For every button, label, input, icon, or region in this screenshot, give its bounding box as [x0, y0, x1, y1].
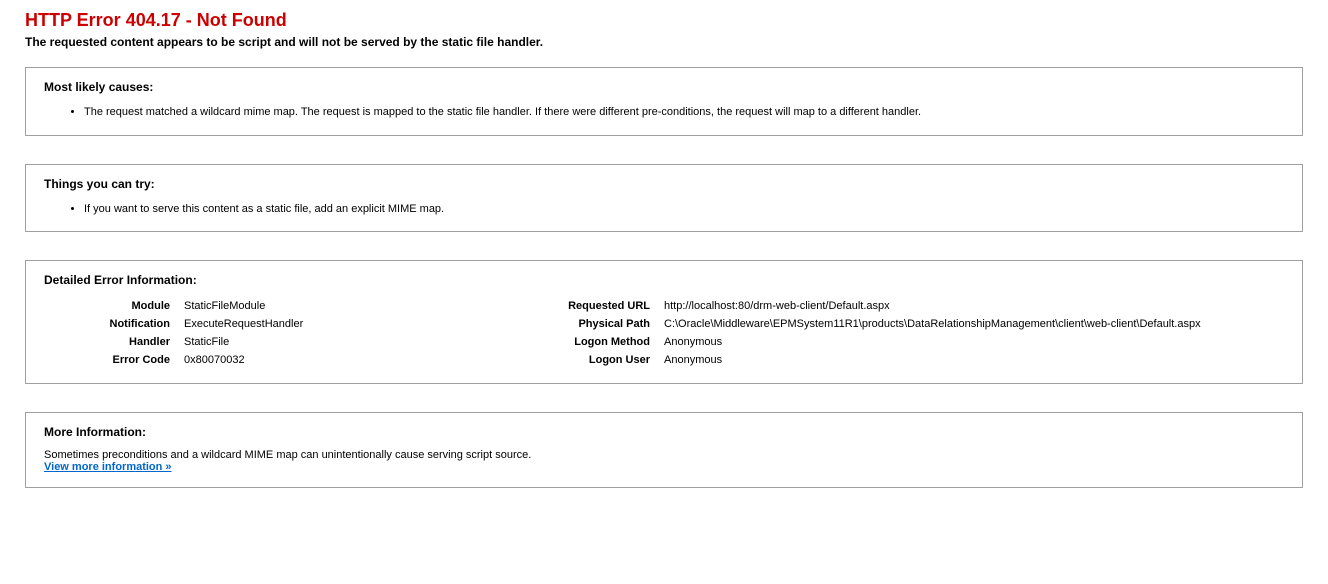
notification-value: ExecuteRequestHandler: [184, 315, 524, 333]
errorcode-value: 0x80070032: [184, 351, 524, 369]
requrl-label: Requested URL: [524, 297, 664, 315]
details-section: Detailed Error Information: Module Stati…: [25, 260, 1303, 384]
causes-heading: Most likely causes:: [44, 80, 1284, 94]
handler-label: Handler: [44, 333, 184, 351]
cause-item: The request matched a wildcard mime map.…: [84, 104, 1284, 121]
logonmethod-label: Logon Method: [524, 333, 664, 351]
try-section: Things you can try: If you want to serve…: [25, 164, 1303, 233]
causes-section: Most likely causes: The request matched …: [25, 67, 1303, 136]
requrl-value: http://localhost:80/drm-web-client/Defau…: [664, 297, 1284, 315]
logonuser-value: Anonymous: [664, 351, 1284, 369]
try-heading: Things you can try:: [44, 177, 1284, 191]
logonmethod-value: Anonymous: [664, 333, 1284, 351]
module-label: Module: [44, 297, 184, 315]
error-title: HTTP Error 404.17 - Not Found: [25, 10, 1303, 31]
handler-value: StaticFile: [184, 333, 524, 351]
notification-label: Notification: [44, 315, 184, 333]
try-item: If you want to serve this content as a s…: [84, 201, 1284, 218]
module-value: StaticFileModule: [184, 297, 524, 315]
errorcode-label: Error Code: [44, 351, 184, 369]
physpath-label: Physical Path: [524, 315, 664, 333]
logonuser-label: Logon User: [524, 351, 664, 369]
physpath-value: C:\Oracle\Middleware\EPMSystem11R1\produ…: [664, 315, 1284, 333]
moreinfo-heading: More Information:: [44, 425, 1284, 439]
moreinfo-link[interactable]: View more information »: [44, 461, 172, 473]
moreinfo-text: Sometimes preconditions and a wildcard M…: [44, 449, 1284, 461]
details-heading: Detailed Error Information:: [44, 273, 1284, 287]
error-subtitle: The requested content appears to be scri…: [25, 35, 1303, 49]
moreinfo-section: More Information: Sometimes precondition…: [25, 412, 1303, 488]
